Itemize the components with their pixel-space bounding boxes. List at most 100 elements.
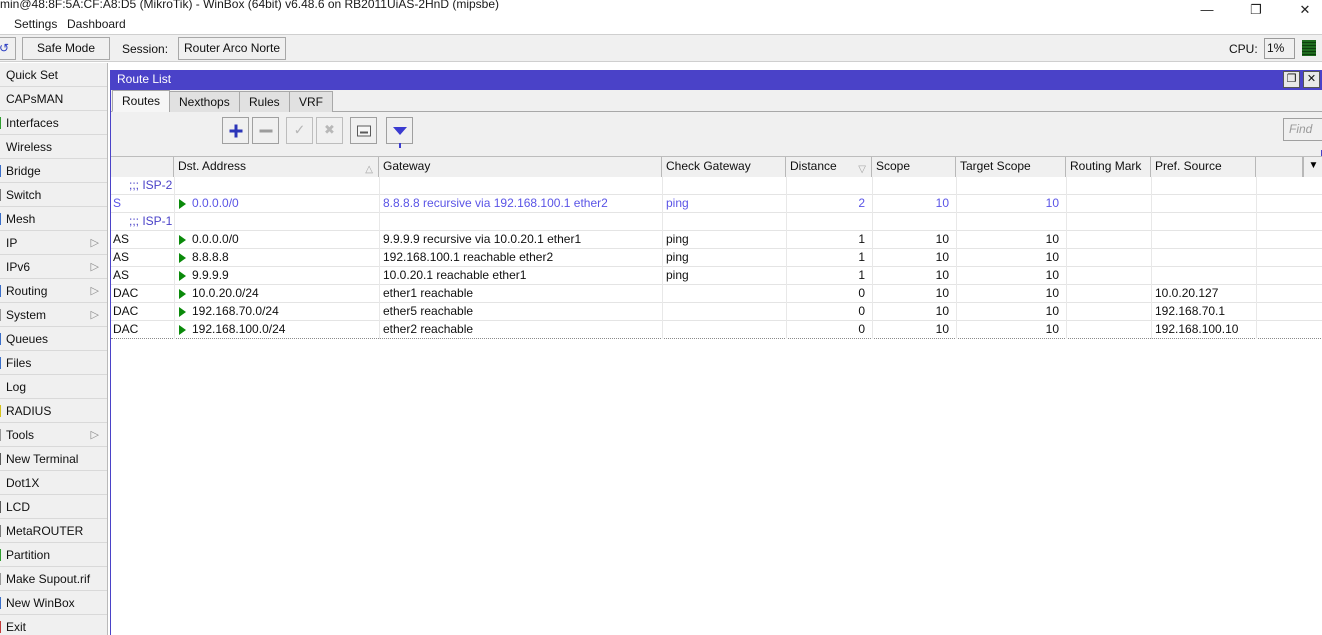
column-header-blank-9[interactable]	[1256, 157, 1303, 177]
column-divider	[1151, 195, 1152, 213]
sidebar-item-log[interactable]: Log	[0, 375, 108, 399]
table-row[interactable]: S0.0.0.0/08.8.8.8 recursive via 192.168.…	[111, 195, 1322, 213]
window-close-icon[interactable]: ✕	[1303, 71, 1320, 88]
safe-mode-button[interactable]: Safe Mode	[22, 37, 110, 60]
column-divider	[379, 249, 380, 267]
column-header-label: Scope	[876, 159, 910, 173]
column-divider	[379, 285, 380, 303]
menu-item-clipped[interactable]: n	[0, 16, 1, 32]
column-header-gateway[interactable]: Gateway	[379, 157, 662, 177]
route-list-title: Route List	[117, 72, 171, 86]
sidebar-item-label: CAPsMAN	[6, 87, 63, 111]
sidebar-item-capsman[interactable]: CAPsMAN	[0, 87, 108, 111]
column-divider	[786, 177, 787, 195]
cell-dst-address: 9.9.9.9	[174, 267, 379, 285]
session-field[interactable]: Router Arco Norte	[178, 37, 286, 60]
sidebar-item-new-winbox[interactable]: New WinBox	[0, 591, 108, 615]
menu-item-dashboard[interactable]: Dashboard	[67, 16, 126, 32]
route-flags: DAC	[111, 303, 174, 321]
column-header-routing-mark[interactable]: Routing Mark	[1066, 157, 1151, 177]
table-row[interactable]: AS0.0.0.0/09.9.9.9 recursive via 10.0.20…	[111, 231, 1322, 249]
table-row[interactable]: DAC192.168.100.0/24ether2 reachable01010…	[111, 321, 1322, 339]
add-button[interactable]	[222, 117, 249, 144]
column-divider	[872, 195, 873, 213]
column-divider	[1151, 303, 1152, 321]
sidebar-item-interfaces[interactable]: Interfaces	[0, 111, 108, 135]
sidebar-item-radius[interactable]: RADIUS	[0, 399, 108, 423]
sidebar-item-label: Queues	[6, 327, 48, 351]
column-divider	[786, 285, 787, 303]
sidebar-item-quick-set[interactable]: Quick Set	[0, 63, 108, 87]
tab-label: Rules	[249, 95, 280, 109]
sidebar-item-queues[interactable]: Queues	[0, 327, 108, 351]
column-header-label: Check Gateway	[666, 159, 751, 173]
disable-button[interactable]: ✖	[316, 117, 343, 144]
sidebar-item-system[interactable]: System▷	[0, 303, 108, 327]
sidebar-item-icon	[0, 117, 1, 129]
enable-button[interactable]: ✓	[286, 117, 313, 144]
minus-icon	[259, 129, 272, 132]
sidebar-item-partition[interactable]: Partition	[0, 543, 108, 567]
sidebar-item-label: IPv6	[6, 255, 30, 279]
table-row[interactable]: DAC10.0.20.0/24ether1 reachable0101010.0…	[111, 285, 1322, 303]
column-header-check-gateway[interactable]: Check Gateway	[662, 157, 786, 177]
menu-item-settings[interactable]: Settings	[14, 16, 57, 32]
column-chooser-icon[interactable]: ▼	[1303, 157, 1322, 177]
comment-row[interactable]: ;;; ISP-2	[111, 177, 1322, 195]
window-maximize-icon[interactable]: ❐	[1283, 71, 1300, 88]
column-divider	[174, 213, 175, 231]
sidebar-item-dot1x[interactable]: Dot1X	[0, 471, 108, 495]
undo-icon[interactable]: ↺	[0, 37, 16, 60]
column-header-blank-0[interactable]	[111, 157, 174, 177]
column-divider	[174, 267, 175, 285]
column-header-target-scope[interactable]: Target Scope	[956, 157, 1066, 177]
comment-button[interactable]	[350, 117, 377, 144]
table-row[interactable]: AS9.9.9.910.0.20.1 reachable ether1ping1…	[111, 267, 1322, 285]
tab-nexthops[interactable]: Nexthops	[169, 91, 240, 112]
sidebar-item-ipv6[interactable]: IPv6▷	[0, 255, 108, 279]
filter-button[interactable]	[386, 117, 413, 144]
sidebar-item-lcd[interactable]: LCD	[0, 495, 108, 519]
tab-routes[interactable]: Routes	[112, 90, 170, 112]
sidebar-item-tools[interactable]: Tools▷	[0, 423, 108, 447]
sidebar-item-new-terminal[interactable]: New Terminal	[0, 447, 108, 471]
tab-rules[interactable]: Rules	[239, 91, 290, 112]
sidebar-item-bridge[interactable]: Bridge	[0, 159, 108, 183]
sidebar-item-label: Switch	[6, 183, 41, 207]
sidebar-item-ip[interactable]: IP▷	[0, 231, 108, 255]
comment-row[interactable]: ;;; ISP-1	[111, 213, 1322, 231]
sidebar-item-exit[interactable]: Exit	[0, 615, 108, 635]
table-row[interactable]: DAC192.168.70.0/24ether5 reachable010101…	[111, 303, 1322, 321]
column-header-scope[interactable]: Scope	[872, 157, 956, 177]
cell-check-gateway: ping	[662, 195, 786, 213]
column-divider	[379, 231, 380, 249]
column-divider	[1066, 321, 1067, 339]
cell-check-gateway	[662, 303, 786, 321]
column-header-pref-source[interactable]: Pref. Source	[1151, 157, 1256, 177]
sidebar-item-switch[interactable]: Switch	[0, 183, 108, 207]
column-header-dst-address[interactable]: Dst. Address△	[174, 157, 379, 177]
remove-button[interactable]	[252, 117, 279, 144]
sidebar-item-label: LCD	[6, 495, 30, 519]
search-input[interactable]: Find	[1283, 118, 1322, 141]
sidebar-item-mesh[interactable]: Mesh	[0, 207, 108, 231]
cell-routing-mark	[1066, 321, 1151, 339]
sort-indicator-icon: ▽	[858, 160, 866, 177]
sidebar-item-label: Wireless	[6, 135, 52, 159]
sidebar-item-make-supout-rif[interactable]: Make Supout.rif	[0, 567, 108, 591]
cell-gateway: ether2 reachable	[379, 321, 662, 339]
sidebar-item-files[interactable]: Files	[0, 351, 108, 375]
sidebar-item-metarouter[interactable]: MetaROUTER	[0, 519, 108, 543]
sidebar-item-wireless[interactable]: Wireless	[0, 135, 108, 159]
sidebar-item-icon	[0, 213, 1, 225]
column-divider	[662, 195, 663, 213]
tab-vrf[interactable]: VRF	[289, 91, 333, 112]
column-header-distance[interactable]: Distance▽	[786, 157, 872, 177]
check-icon: ✓	[294, 121, 306, 138]
cell-gateway: 9.9.9.9 recursive via 10.0.20.1 ether1	[379, 231, 662, 249]
sidebar-item-routing[interactable]: Routing▷	[0, 279, 108, 303]
column-divider	[786, 231, 787, 249]
table-row[interactable]: AS8.8.8.8192.168.100.1 reachable ether2p…	[111, 249, 1322, 267]
sidebar-item-icon	[0, 189, 1, 201]
column-divider	[379, 321, 380, 339]
